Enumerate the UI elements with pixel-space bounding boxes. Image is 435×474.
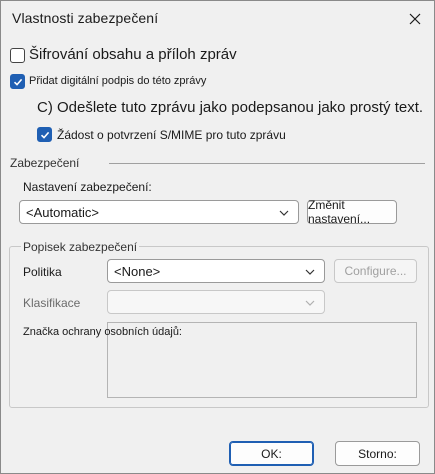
dialog-title: Vlastnosti zabezpečení [12,10,159,26]
encrypt-checkbox[interactable] [10,48,25,63]
checkmark-icon [40,131,49,139]
security-settings-label: Nastavení zabezpečení: [23,180,152,194]
change-settings-button[interactable]: Změnit nastavení... [307,198,397,226]
close-button[interactable] [401,6,429,32]
encrypt-label: Šifrování obsahu a příloh zpráv [29,46,237,63]
chevron-down-icon [279,210,289,216]
cancel-button[interactable]: Storno: [335,441,420,466]
checkmark-icon [13,78,22,86]
sign-checkbox[interactable] [10,74,25,89]
security-settings-value: <Automatic> [26,204,99,220]
smime-receipt-checkbox[interactable] [37,127,52,142]
policy-label: Politika [23,265,62,279]
sign-label: Přidat digitální podpis do této zprávy [29,75,207,87]
privacy-mark-label: Značka ochrany osobních údajů: [23,326,182,338]
security-properties-dialog: Vlastnosti zabezpečení Šifrování obsahu … [0,0,435,474]
security-settings-combo[interactable]: <Automatic> [19,200,299,224]
classification-combo[interactable] [107,290,325,314]
security-section-label: Zabezpečení [10,156,80,170]
configure-button[interactable]: Configure... [334,259,417,283]
chevron-down-icon [305,300,315,306]
close-icon [409,13,421,25]
security-divider [109,163,425,164]
ok-button[interactable]: OK: [229,441,314,466]
plaintext-option[interactable]: C) Odešlete tuto zprávu jako podepsanou … [37,99,423,116]
chevron-down-icon [305,269,315,275]
policy-combo[interactable]: <None> [107,259,325,283]
policy-value: <None> [114,263,161,279]
classification-label: Klasifikace [23,296,81,310]
smime-receipt-label: Žádost o potvrzení S/MIME pro tuto zpráv… [57,128,286,142]
security-label-group-title: Popisek zabezpečení [21,240,140,254]
